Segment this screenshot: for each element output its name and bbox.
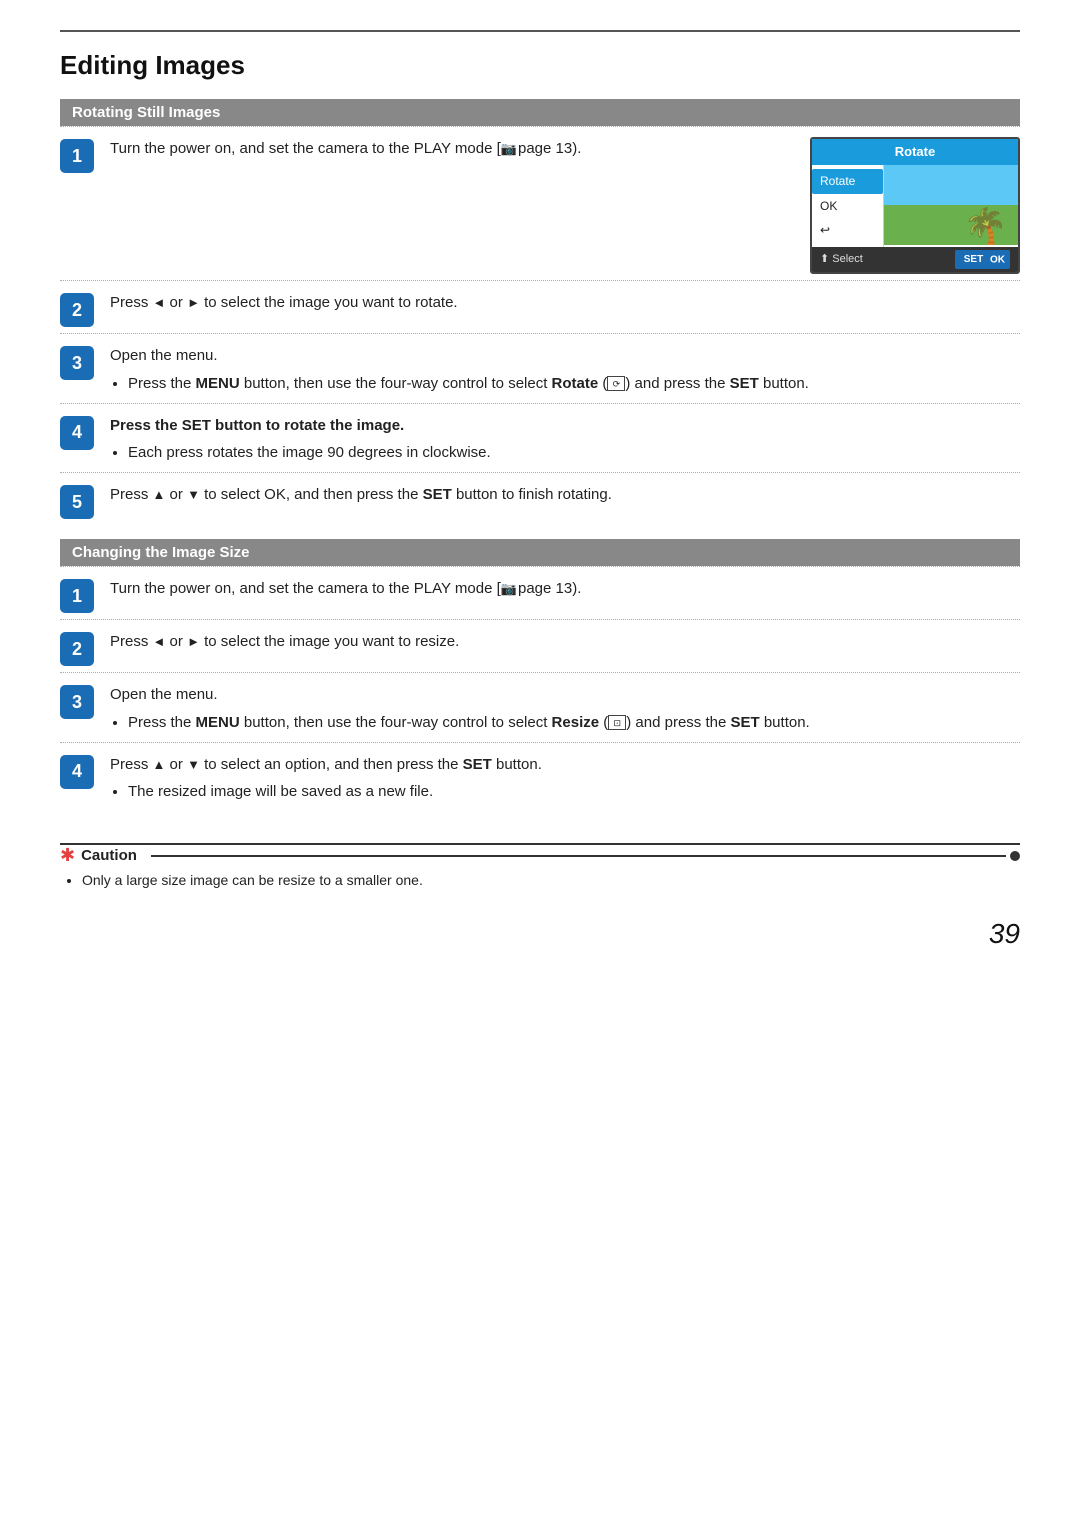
- step-row: 1 Turn the power on, and set the camera …: [60, 566, 1020, 619]
- cam-select-label: ⬆ Select: [820, 251, 863, 268]
- cam-menu-ok: OK: [812, 194, 883, 219]
- caution-dot: [1010, 851, 1020, 861]
- caution-label: Caution: [81, 847, 145, 864]
- step-row: 2 Press ◄ or ► to select the image you w…: [60, 280, 1020, 333]
- step-row: 2 Press ◄ or ► to select the image you w…: [60, 619, 1020, 672]
- caution-rule: [151, 855, 1006, 857]
- section-header-rotating: Rotating Still Images: [60, 99, 1020, 126]
- cam-menu-back: ↩: [812, 218, 883, 243]
- list-item: Press the MENU button, then use the four…: [128, 711, 1020, 734]
- step-number-4: 4: [60, 416, 94, 450]
- step-number-1: 1: [60, 139, 94, 173]
- book-icon-2: 📷: [501, 579, 517, 599]
- list-item: Each press rotates the image 90 degrees …: [128, 441, 1020, 464]
- step-row: 1 Turn the power on, and set the camera …: [60, 126, 1020, 280]
- step-number-4b: 4: [60, 755, 94, 789]
- step-number-3b: 3: [60, 685, 94, 719]
- arrow-left-icon: ◄: [153, 295, 166, 310]
- list-item: The resized image will be saved as a new…: [128, 780, 1020, 803]
- arrow-down-icon-2: ▼: [187, 757, 200, 772]
- step-row: 4 Press the SET button to rotate the ima…: [60, 403, 1020, 473]
- step-3b-content: Open the menu. Press the MENU button, th…: [110, 683, 1020, 736]
- cam-bottom-bar: ⬆ Select SET OK: [812, 247, 1018, 273]
- step-4b-bullets: The resized image will be saved as a new…: [128, 780, 1020, 803]
- step-row: 3 Open the menu. Press the MENU button, …: [60, 672, 1020, 742]
- step-number-1b: 1: [60, 579, 94, 613]
- arrow-left-icon-2: ◄: [153, 634, 166, 649]
- step-1-content: Turn the power on, and set the camera to…: [110, 137, 1020, 274]
- step-3-content: Open the menu. Press the MENU button, th…: [110, 344, 1020, 397]
- page-number: 39: [60, 918, 1020, 950]
- step-row: 5 Press ▲ or ▼ to select OK, and then pr…: [60, 472, 1020, 525]
- camera-screen: Rotate Rotate OK ↩ 🌴 ⬆: [810, 137, 1020, 274]
- caution-header: ✱ Caution: [60, 845, 1020, 866]
- step-row: 4 Press ▲ or ▼ to select an option, and …: [60, 742, 1020, 812]
- step-3b-bullets: Press the MENU button, then use the four…: [128, 711, 1020, 734]
- caution-content: Only a large size image can be resize to…: [60, 872, 1020, 888]
- page-title: Editing Images: [60, 50, 1020, 81]
- book-icon: 📷: [501, 139, 517, 159]
- camera-screen-image: Rotate Rotate OK ↩ 🌴 ⬆: [810, 137, 1020, 274]
- step-2b-content: Press ◄ or ► to select the image you wan…: [110, 630, 1020, 653]
- step-2-content: Press ◄ or ► to select the image you wan…: [110, 291, 1020, 314]
- step-4-content: Press the SET button to rotate the image…: [110, 414, 1020, 467]
- step-number-3: 3: [60, 346, 94, 380]
- step-1b-content: Turn the power on, and set the camera to…: [110, 577, 1020, 600]
- step-row: 3 Open the menu. Press the MENU button, …: [60, 333, 1020, 403]
- rotating-section: Rotating Still Images 1 Turn the power o…: [60, 99, 1020, 525]
- resizing-section: Changing the Image Size 1 Turn the power…: [60, 539, 1020, 811]
- step-4-bullets: Each press rotates the image 90 degrees …: [128, 441, 1020, 464]
- arrow-down-icon: ▼: [187, 487, 200, 502]
- cam-ok-btn: SET OK: [955, 250, 1010, 270]
- step-number-2: 2: [60, 293, 94, 327]
- cam-menu: Rotate OK ↩: [812, 165, 884, 247]
- step-3-bullets: Press the MENU button, then use the four…: [128, 372, 1020, 395]
- caution-icon: ✱: [60, 845, 75, 866]
- caution-section: ✱ Caution Only a large size image can be…: [60, 843, 1020, 888]
- step-number-2b: 2: [60, 632, 94, 666]
- cam-scene: 🌴: [884, 165, 1018, 245]
- arrow-up-icon: ▲: [153, 487, 166, 502]
- section-header-resizing: Changing the Image Size: [60, 539, 1020, 566]
- cam-palm: 🌴: [963, 209, 1008, 245]
- rotate-icon: ⟳: [607, 376, 625, 391]
- cam-title-bar: Rotate: [812, 139, 1018, 165]
- cam-body: Rotate OK ↩ 🌴: [812, 165, 1018, 247]
- list-item: Press the MENU button, then use the four…: [128, 372, 1020, 395]
- step-5-content: Press ▲ or ▼ to select OK, and then pres…: [110, 483, 1020, 506]
- list-item: Only a large size image can be resize to…: [82, 872, 1020, 888]
- cam-menu-rotate: Rotate: [812, 169, 883, 194]
- step-1-text: Turn the power on, and set the camera to…: [110, 137, 792, 160]
- step-4b-content: Press ▲ or ▼ to select an option, and th…: [110, 753, 1020, 806]
- step-number-5: 5: [60, 485, 94, 519]
- arrow-right-icon: ►: [187, 295, 200, 310]
- arrow-right-icon-2: ►: [187, 634, 200, 649]
- arrow-up-icon-2: ▲: [153, 757, 166, 772]
- resize-icon: ⊡: [608, 715, 626, 730]
- top-rule: [60, 30, 1020, 32]
